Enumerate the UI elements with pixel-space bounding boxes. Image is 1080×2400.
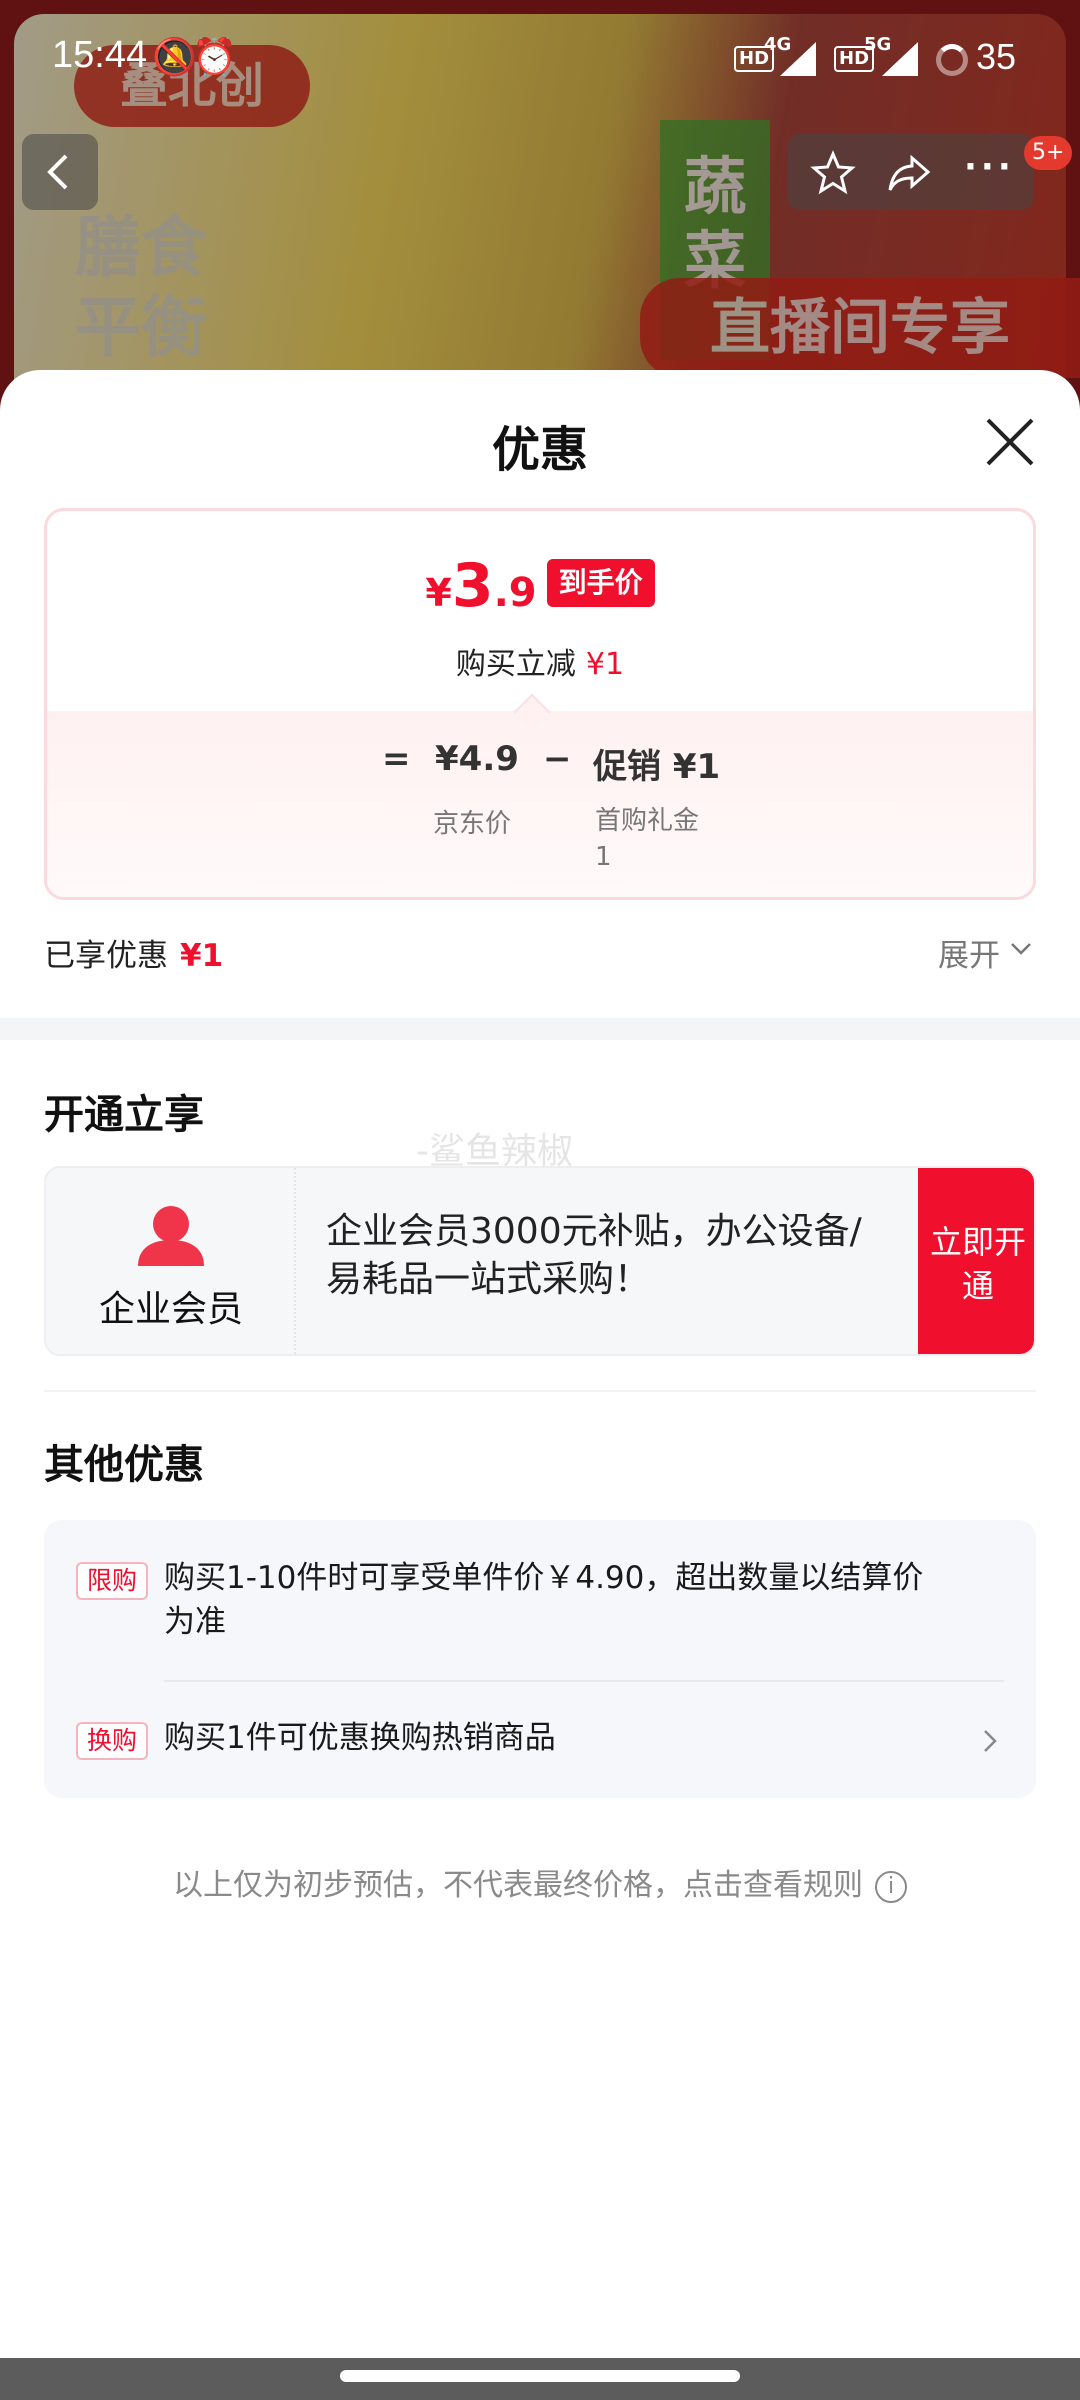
home-indicator[interactable] [340,2370,740,2382]
battery-icon [936,44,968,76]
more-icon[interactable]: ··· [964,150,1011,196]
battery-level: 35 [976,36,1017,77]
section-divider [0,1018,1080,1040]
member-name: 企业会员 [98,1289,243,1330]
close-icon[interactable] [982,414,1038,470]
currency-symbol: ¥ [425,571,452,615]
formula-minus: − [543,739,572,779]
enjoyed-discount: 已享优惠 ¥1 [44,930,223,975]
final-price-decimal: .9 [493,570,537,616]
chevron-down-icon [1011,943,1031,955]
enjoyed-label: 已享优惠 [44,938,168,974]
status-time: 15:44 [52,34,148,76]
jd-price: ¥4.9 [435,739,519,779]
enterprise-member-card[interactable]: 企业会员 企业会员3000元补贴，办公设备/易耗品一站式采购！ 立即开通 [44,1166,1036,1356]
final-price-tag: 到手价 [546,559,655,607]
exchange-text[interactable]: 购买1件可优惠换购热销商品 [164,1716,924,1760]
reduce-label: 购买立减 [455,647,576,682]
exchange-tag: 换购 [76,1722,148,1760]
price-breakdown-card: ¥3.9 到手价 购买立减 ¥1 = ¥4.9 − 促销 ¥1 京东价 首购礼金1 [44,508,1036,900]
reduce-row: 购买立减 ¥1 [47,639,1033,683]
jd-price-label: 京东价 [433,809,512,839]
thin-divider [44,1390,1036,1392]
other-discounts-card: 限购 购买1-10件时可享受单件价￥4.90，超出数量以结算价为准 换购 购买1… [44,1520,1036,1798]
gesture-bar [0,2358,1080,2400]
sheet-title: 优惠 [491,422,588,478]
signal-icon [780,42,816,76]
alarm-icon: ⏰ [192,37,237,78]
disclaimer[interactable]: 以上仅为初步预估，不代表最终价格，点击查看规则 i [0,1860,1080,1904]
signal-icon [882,42,918,76]
chevron-right-icon[interactable] [982,1728,998,1754]
open-section-title: 开通立享 [44,1092,204,1138]
status-bar: 15:44 🔕 ⏰ HD 4G HD 5G 35 [0,30,1080,94]
other-section-title: 其他优惠 [44,1442,204,1488]
member-left-block: 企业会员 [46,1168,296,1354]
info-icon[interactable]: i [875,1871,907,1903]
limit-tag: 限购 [76,1562,148,1600]
expand-label: 展开 [938,938,1000,974]
promo-value: 促销 ¥1 [593,747,721,787]
promo-label: 首购礼金1 [595,806,700,872]
enjoyed-value: ¥1 [180,938,224,974]
chevron-left-icon [47,154,68,190]
share-icon[interactable] [886,150,932,196]
star-icon[interactable] [810,150,856,196]
limit-text: 购买1-10件时可享受单件价￥4.90，超出数量以结算价为准 [164,1560,924,1640]
expand-button[interactable]: 展开 [938,930,1031,975]
final-price-integer: 3 [451,551,494,621]
disclaimer-text: 以上仅为初步预估，不代表最终价格，点击查看规则 [173,1868,863,1903]
cart-badge: 5+ [1024,136,1073,170]
formula-equals: = [382,739,411,779]
price-formula-area [47,711,1033,897]
open-now-button[interactable]: 立即开通 [918,1168,1034,1354]
back-button[interactable] [22,134,98,210]
discount-sheet: 优惠 ¥3.9 到手价 购买立减 ¥1 = ¥4.9 − 促销 ¥1 京东价 首购礼… [0,370,1080,2358]
member-description: 企业会员3000元补贴，办公设备/易耗品一站式采购！ [326,1211,862,1300]
final-price-row: ¥3.9 到手价 [47,551,1033,621]
top-actions: ··· [788,134,1034,210]
list-divider [164,1680,1004,1682]
user-icon [138,1206,204,1266]
mute-icon: 🔕 [152,37,197,78]
reduce-value: ¥1 [585,647,625,682]
